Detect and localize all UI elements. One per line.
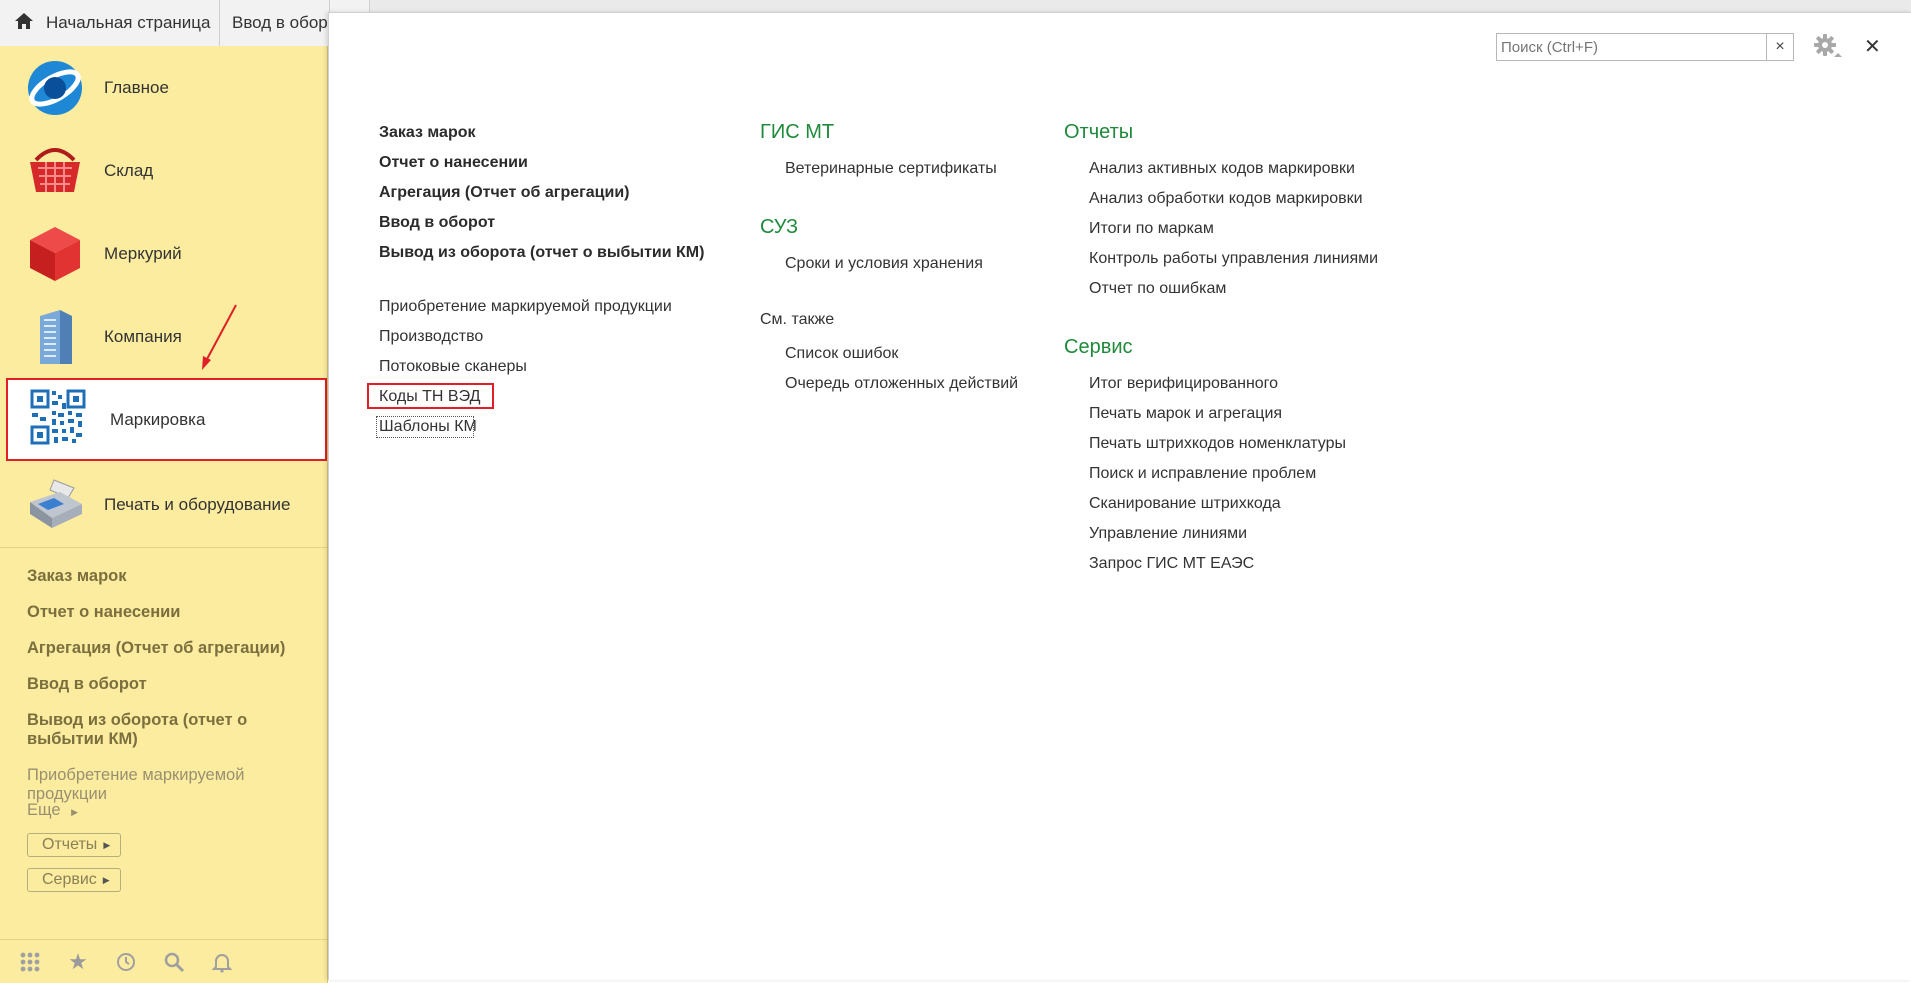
highlight-box: [367, 383, 494, 409]
sidebar-more-label: Еще: [27, 801, 61, 819]
sidebar-section-print-equipment[interactable]: Печать и оборудование: [0, 463, 327, 546]
link-error-list[interactable]: Список ошибок: [785, 345, 898, 363]
sidebar-section-label: Склад: [104, 160, 154, 180]
report-link[interactable]: Анализ активных кодов маркировки: [1089, 160, 1355, 178]
star-icon[interactable]: ★: [66, 949, 90, 974]
service-link[interactable]: Итог верифицированного: [1089, 375, 1278, 393]
search-box: ×: [1496, 33, 1794, 61]
link-deferred-queue[interactable]: Очередь отложенных действий: [785, 375, 1018, 393]
sidebar-section-label: Компания: [104, 326, 182, 346]
warehouse-basket-icon: [24, 140, 86, 202]
link-storage-terms[interactable]: Сроки и условия хранения: [785, 255, 983, 273]
sidebar-section-mercury[interactable]: Меркурий: [0, 212, 327, 295]
link-stream-scanners[interactable]: Потоковые сканеры: [379, 358, 527, 376]
sidebar-reports-button[interactable]: Отчеты ▶: [27, 833, 121, 857]
main-globe-icon: [24, 57, 86, 119]
heading-service: Сервис: [1064, 336, 1133, 358]
sidebar-link-aggregation[interactable]: Агрегация (Отчет об агрегации): [27, 639, 327, 658]
triangle-right-icon: ▶: [71, 807, 79, 817]
sidebar-more-link[interactable]: Еще ▶: [27, 801, 78, 822]
report-link[interactable]: Итоги по маркам: [1089, 220, 1214, 238]
sidebar-reports-label: Отчеты: [42, 836, 98, 853]
link-production[interactable]: Производство: [379, 328, 483, 346]
link-aggregation[interactable]: Агрегация (Отчет об агрегации): [379, 184, 630, 202]
qr-code-icon: [30, 389, 92, 451]
link-order-marks[interactable]: Заказ марок: [379, 124, 476, 142]
service-link[interactable]: Печать штрихкодов номенклатуры: [1089, 435, 1346, 453]
service-link[interactable]: Управление линиями: [1089, 525, 1247, 543]
history-icon[interactable]: [114, 950, 138, 974]
link-vet-certificates[interactable]: Ветеринарные сертификаты: [785, 160, 997, 178]
sidebar-bottom-toolbar: ★: [0, 939, 327, 983]
sidebar: Главное Склад Меркурий Компания Маркиров…: [0, 46, 328, 983]
service-link[interactable]: Печать марок и агрегация: [1089, 405, 1282, 423]
heading-suz: СУЗ: [760, 216, 799, 238]
sidebar-divider: [0, 547, 327, 548]
close-icon[interactable]: ✕: [1864, 34, 1881, 59]
mercury-cube-icon: [24, 223, 86, 285]
link-withdrawal[interactable]: Вывод из оборота (отчет о выбытии КМ): [379, 244, 704, 262]
tab-label: Ввод в оборо: [232, 13, 330, 32]
sidebar-service-button[interactable]: Сервис ▶: [27, 868, 121, 892]
clear-search-icon[interactable]: ×: [1766, 34, 1793, 60]
report-link[interactable]: Контроль работы управления линиями: [1089, 250, 1378, 268]
link-application-report[interactable]: Отчет о нанесении: [379, 154, 528, 172]
sidebar-section-marking[interactable]: Маркировка: [6, 378, 327, 461]
link-purchase[interactable]: Приобретение маркируемой продукции: [379, 298, 672, 316]
triangle-right-icon: ▶: [103, 839, 111, 850]
sidebar-service-label: Сервис: [42, 871, 97, 888]
heading-reports: Отчеты: [1064, 121, 1134, 143]
link-input-circulation[interactable]: Ввод в оборот: [379, 214, 495, 232]
sidebar-section-label: Маркировка: [110, 409, 206, 429]
sidebar-link-withdrawal[interactable]: Вывод из оборота (отчет о выбытии КМ): [27, 711, 327, 749]
apps-grid-icon[interactable]: [18, 950, 42, 974]
tab-home-label: Начальная страница: [46, 13, 211, 32]
company-building-icon: [24, 306, 86, 368]
service-link[interactable]: Сканирование штрихкода: [1089, 495, 1281, 513]
heading-gis-mt: ГИС МТ: [760, 121, 835, 143]
home-icon: [14, 12, 34, 35]
sidebar-section-label: Главное: [104, 77, 169, 97]
report-link[interactable]: Отчет по ошибкам: [1089, 280, 1226, 298]
sidebar-section-warehouse[interactable]: Склад: [0, 129, 327, 212]
report-link[interactable]: Анализ обработки кодов маркировки: [1089, 190, 1363, 208]
search-input[interactable]: [1497, 34, 1766, 60]
heading-see-also: См. также: [760, 311, 835, 328]
focus-outline: [376, 416, 474, 438]
sidebar-section-main[interactable]: Главное: [0, 46, 327, 129]
service-link[interactable]: Запрос ГИС МТ ЕАЭС: [1089, 555, 1254, 573]
sidebar-link-application-report[interactable]: Отчет о нанесении: [27, 603, 327, 622]
sidebar-link-order-marks[interactable]: Заказ марок: [27, 567, 327, 586]
sidebar-section-label: Печать и оборудование: [104, 494, 291, 514]
triangle-right-icon: ▶: [102, 874, 110, 885]
bell-icon[interactable]: [210, 950, 234, 974]
sidebar-section-label: Меркурий: [104, 243, 182, 263]
gear-icon[interactable]: [1812, 32, 1844, 64]
tab-home[interactable]: Начальная страница: [0, 0, 220, 46]
sidebar-link-input-circulation[interactable]: Ввод в оборот: [27, 675, 327, 694]
sidebar-link-purchase[interactable]: Приобретение маркируемой продукции: [27, 766, 327, 804]
tab-input-circulation[interactable]: Ввод в оборо: [220, 0, 330, 46]
service-link[interactable]: Поиск и исправление проблем: [1089, 465, 1316, 483]
search-icon[interactable]: [162, 950, 186, 974]
sidebar-section-company[interactable]: Компания: [0, 295, 327, 378]
printer-terminal-icon: [24, 474, 86, 536]
